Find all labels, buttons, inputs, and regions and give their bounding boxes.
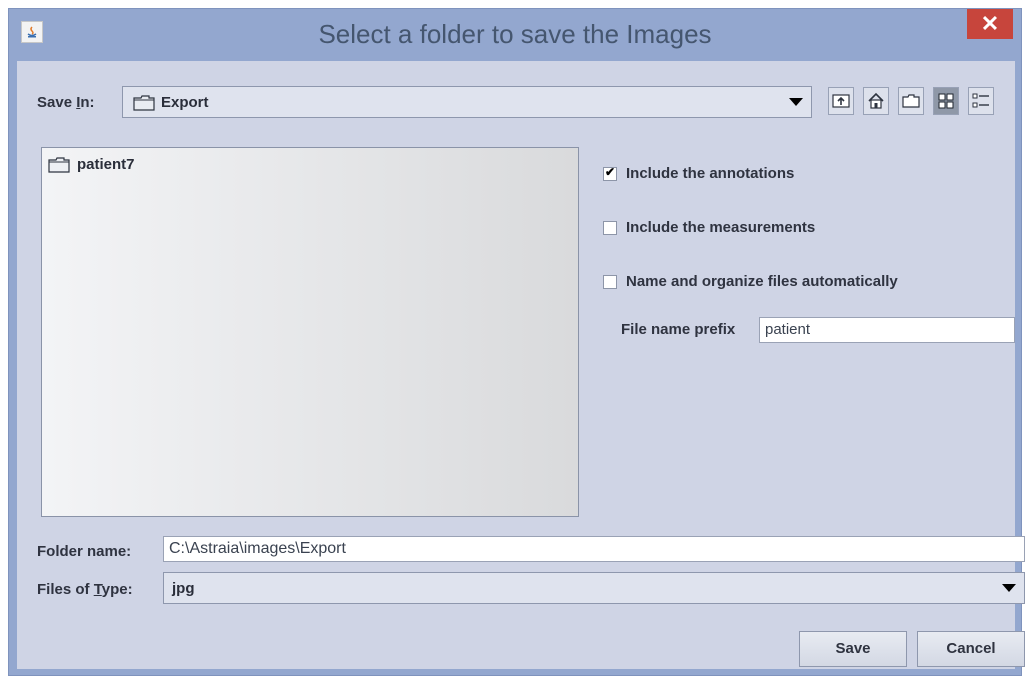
save-in-label-suffix: n: [80,94,95,111]
auto-organize-checkbox[interactable] [603,275,617,289]
file-list[interactable]: patient7 [41,147,579,517]
include-annotations-label: Include the annotations [626,165,795,182]
new-folder-button[interactable] [898,87,924,115]
files-of-type-dropdown[interactable]: jpg [163,572,1025,604]
dialog-content: Save In: Export patient7 ✔ Include the a… [17,61,1025,669]
chevron-down-icon [789,98,803,106]
include-measurements-checkbox[interactable] [603,221,617,235]
auto-organize-label: Name and organize files automatically [626,273,898,290]
folder-name-input[interactable]: C:\Astraia\images\Export [163,536,1025,562]
home-icon [868,92,884,109]
save-in-label-text: Save [37,94,77,111]
include-measurements-label: Include the measurements [626,219,816,236]
save-button[interactable]: Save [799,631,907,667]
chevron-down-icon [1002,584,1016,592]
close-button[interactable]: ✕ [967,9,1013,39]
dialog-window: Select a folder to save the Images ✕ Sav… [8,8,1025,676]
save-in-value: Export [161,93,209,111]
file-name-prefix-label: File name prefix [621,321,736,338]
files-of-type-label-suffix: ype: [101,581,133,598]
list-view-button[interactable] [933,87,959,115]
folder-name-label: Folder name: [37,543,132,560]
files-of-type-label-mnemonic: T [93,581,102,598]
details-view-icon [972,93,989,108]
home-button[interactable] [863,87,889,115]
save-in-dropdown[interactable]: Export [122,86,812,118]
files-of-type-label: Files of Type: [37,581,133,598]
cancel-button[interactable]: Cancel [917,631,1025,667]
folder-name: patient7 [77,156,135,173]
folder-icon [48,156,70,173]
up-one-level-icon [832,94,850,108]
list-view-icon [938,93,954,109]
up-one-level-button[interactable] [828,87,854,115]
save-in-label: Save In: [37,94,95,111]
include-annotations-checkbox[interactable]: ✔ [603,165,617,181]
files-of-type-label-text: Files of [37,581,94,598]
list-item[interactable]: patient7 [48,156,135,173]
details-view-button[interactable] [968,87,994,115]
checkmark-icon: ✔ [605,165,616,179]
files-of-type-value: jpg [172,579,195,597]
dialog-title: Select a folder to save the Images [318,19,712,49]
new-folder-icon [902,94,920,108]
folder-icon [133,95,155,111]
file-name-prefix-input[interactable]: patient [759,317,1015,343]
title-bar[interactable]: Select a folder to save the Images ✕ [9,9,1021,61]
